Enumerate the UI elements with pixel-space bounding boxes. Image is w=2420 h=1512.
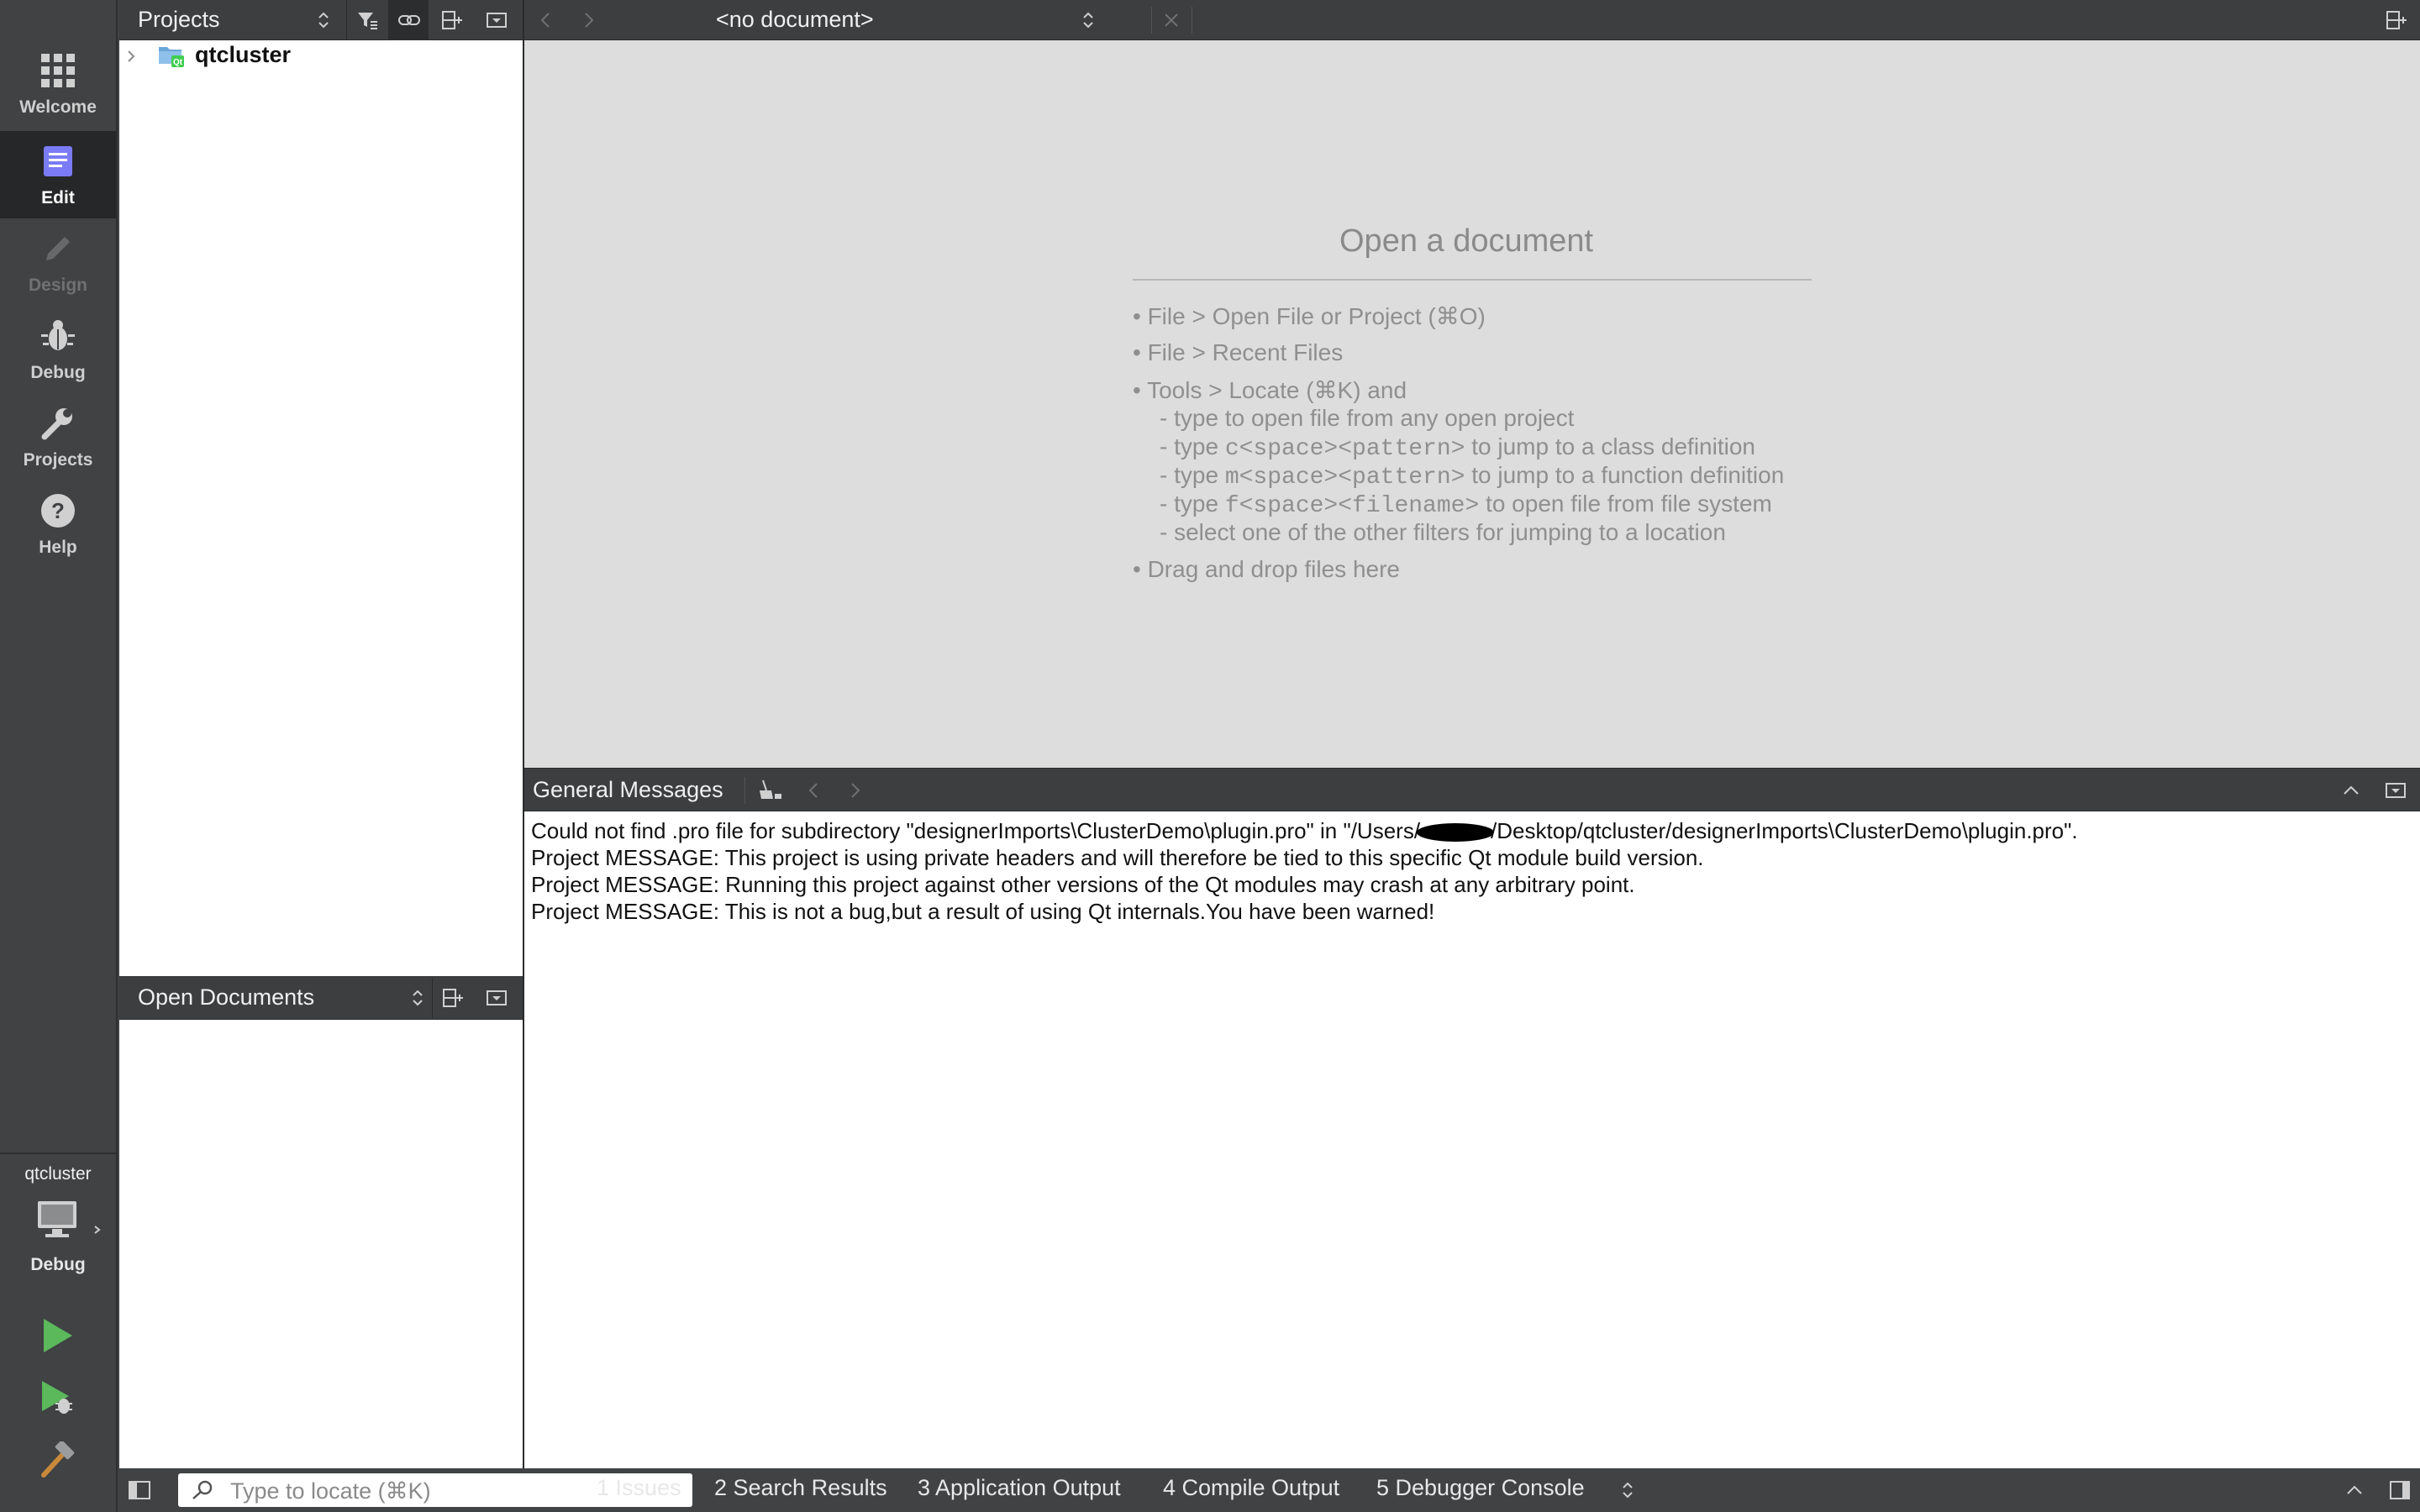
wrench-icon [39,405,76,442]
play-icon [44,1319,72,1352]
debug-run-button[interactable] [39,1379,76,1416]
svg-text:?: ? [51,498,65,523]
hint-locate: • Tools > Locate (⌘K) and [1133,377,1407,403]
hint-sub-filters: - select one of the other filters for ju… [1160,519,1726,545]
edit-icon [39,143,76,180]
hint-sub-filesystem: - type f<space><filename> to open file f… [1160,491,1772,519]
project-tree: Qt qtcluster [119,40,523,976]
mode-welcome[interactable]: Welcome [0,40,116,128]
locator-placeholder: Type to locate (⌘K) [230,1478,431,1504]
build-button[interactable] [39,1441,76,1478]
search-icon [192,1480,213,1499]
back-arrow-icon[interactable] [536,10,556,30]
output-pane-header: General Messages [524,768,2420,811]
mode-help[interactable]: ? Help [0,480,116,568]
close-document-icon[interactable] [1163,12,1180,29]
divider [744,777,745,804]
hammer-icon [41,1441,75,1478]
debug-play-icon [42,1381,72,1414]
output-tab-compile-output[interactable]: 4 Compile Output [1163,1475,1339,1501]
monitor-icon [38,1201,76,1237]
divider [0,1152,116,1154]
open-documents-title[interactable]: Open Documents [138,984,314,1011]
editor-toolbar: <no document> [524,0,2420,40]
close-pane-icon[interactable] [476,0,516,40]
chevron-up-icon[interactable] [2344,1480,2365,1500]
bug-icon [39,318,76,354]
updown-arrows-icon [1083,12,1093,29]
mode-design[interactable]: Design [0,218,116,306]
run-button[interactable] [39,1317,76,1354]
previous-item-icon[interactable] [805,780,822,801]
redacted-username [1417,823,1495,842]
open-documents-header: Open Documents [119,976,523,1020]
qt-project-folder-icon: Qt [159,47,184,67]
filter-icon[interactable] [346,0,387,40]
mode-projects[interactable]: Projects [0,393,116,480]
projects-pane-title[interactable]: Projects [138,7,220,33]
general-messages-output[interactable]: Could not find .pro file for subdirector… [524,811,2420,1468]
pencil-icon [39,230,76,267]
message-line: Could not find .pro file for subdirector… [531,818,2078,843]
hint-sub-function: - type m<space><pattern> to jump to a fu… [1160,462,1785,491]
editor-area[interactable]: Open a document • File > Open File or Pr… [524,40,2420,768]
message-line: Project MESSAGE: This is not a bug,but a… [531,899,1435,924]
mode-debug[interactable]: Debug [0,306,116,393]
close-pane-icon[interactable] [2385,780,2407,801]
hint-drag-drop: • Drag and drop files here [1133,556,1400,582]
kit-project-label: qtcluster [24,1164,92,1184]
svg-text:Qt: Qt [173,58,183,67]
chevron-right-icon [128,50,135,62]
updown-arrows-icon[interactable] [1622,1480,1634,1500]
divider [1133,279,1812,281]
mode-edit[interactable]: Edit [0,131,116,218]
help-icon: ? [39,492,76,529]
pane-switch-arrows-icon[interactable] [405,978,430,1018]
output-pane-title: General Messages [533,777,723,802]
mode-label: Edit [41,188,75,207]
projects-pane-header: Projects [119,0,523,40]
split-icon[interactable] [432,978,473,1018]
open-documents-list [119,1020,523,1468]
sync-link-icon[interactable] [388,0,429,40]
divider [1151,7,1152,34]
mode-label: Help [39,538,77,557]
hint-open-file: • File > Open File or Project (⌘O) [1133,303,1486,329]
tree-item-label: qtcluster [195,42,292,67]
hint-recent-files: • File > Recent Files [1133,339,1344,365]
output-tab-search-results[interactable]: 2 Search Results [714,1475,887,1501]
mode-label: Projects [23,450,93,470]
split-icon[interactable] [432,0,472,40]
output-tab-application-output[interactable]: 3 Application Output [918,1475,1121,1501]
status-bar: Type to locate (⌘K) 1 Issues 2 Search Re… [118,1468,2420,1512]
kit-selector[interactable] [37,1200,87,1242]
hint-sub-open: - type to open file from any open projec… [1160,405,1575,431]
chevron-right-icon [92,1225,103,1235]
open-document-heading: Open a document [1339,223,1594,259]
toggle-sidebar-button[interactable] [126,1477,153,1504]
pane-switch-arrows-icon[interactable] [311,0,336,40]
tree-item-qtcluster[interactable]: Qt qtcluster [119,40,523,72]
hint-sub-class: - type c<space><pattern> to jump to a cl… [1160,433,1755,462]
kit-config-label: Debug [30,1255,86,1274]
clear-broom-icon[interactable] [758,779,783,802]
message-line: Project MESSAGE: Running this project ag… [531,872,1635,897]
next-item-icon[interactable] [847,780,864,801]
mode-bar: Welcome Edit Design Debug Projects ? Hel… [0,0,118,1512]
output-tab-debugger-console[interactable]: 5 Debugger Console [1376,1475,1585,1501]
mode-label: Welcome [19,97,97,117]
toggle-right-sidebar-icon[interactable] [2388,1478,2412,1502]
maximize-pane-icon[interactable] [2341,780,2361,801]
sidebar-toggle-icon [129,1481,150,1499]
grid-icon [39,52,76,89]
message-line: Project MESSAGE: This project is using p… [531,845,1704,870]
document-selector[interactable]: <no document> [608,0,1171,40]
output-tab-issues[interactable]: 1 Issues [597,1475,681,1501]
document-selector-label: <no document> [716,7,874,32]
close-pane-icon[interactable] [476,978,516,1018]
forward-arrow-icon[interactable] [578,10,598,30]
mode-label: Design [28,276,87,295]
mode-label: Debug [30,363,86,382]
split-editor-icon[interactable] [2386,10,2408,30]
